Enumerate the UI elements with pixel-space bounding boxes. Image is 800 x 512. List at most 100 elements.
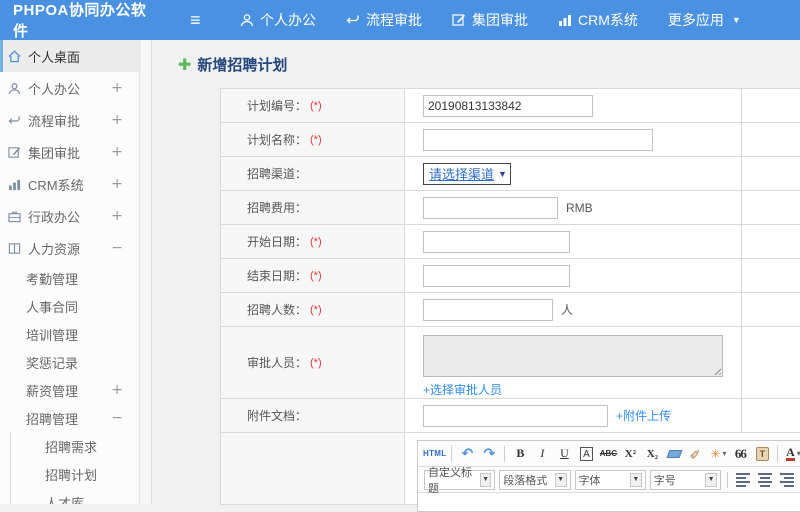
page-title: ✚ 新增招聘计划 xyxy=(178,56,288,75)
bold-button[interactable]: B xyxy=(510,444,530,464)
collapse-minus-icon[interactable]: − xyxy=(111,240,123,256)
paste-icon[interactable]: T xyxy=(752,444,772,464)
format-brush-icon[interactable]: ✎ xyxy=(686,444,706,464)
form-row-plan-no: 计划编号： (*) xyxy=(221,89,800,123)
recruit-plan-form: 计划编号： (*) 计划名称： (*) 招聘渠道： xyxy=(220,88,800,512)
topbar: PHPOA协同办公软件 ≡ 个人办公 流程审批 集团审批 CRM系统 更多应用 … xyxy=(0,0,800,40)
channel-select[interactable]: 请选择渠道 ▼ xyxy=(423,162,511,185)
channel-label: 招聘渠道： xyxy=(247,167,308,181)
start-date-input[interactable] xyxy=(423,230,570,253)
undo-icon[interactable]: ↶ xyxy=(457,444,477,464)
strikethrough-button[interactable]: ABC xyxy=(598,444,618,464)
end-date-input[interactable] xyxy=(423,264,570,287)
approver-textarea[interactable] xyxy=(423,335,723,377)
paragraph-format-dropdown[interactable]: 段落格式 ▼ xyxy=(499,469,571,490)
dropdown-arrow-icon: ▼ xyxy=(705,472,718,487)
book-icon xyxy=(8,242,28,255)
sidebar-item-attendance-mgmt[interactable]: 考勤管理 xyxy=(0,264,139,292)
select-approver-link[interactable]: +选择审批人员 xyxy=(423,381,502,398)
sidebar-item-recruit-mgmt[interactable]: 招聘管理 − xyxy=(0,404,139,432)
sidebar-item-workflow-approval[interactable]: 流程审批 + xyxy=(0,104,139,136)
highlight-palette-icon[interactable]: ✳ ▾ xyxy=(708,444,728,464)
edit-square-icon xyxy=(452,13,466,27)
top-nav: 个人办公 流程审批 集团审批 CRM系统 更多应用 ▼ xyxy=(240,10,741,30)
sidebar-item-hr-contracts[interactable]: 人事合同 xyxy=(0,292,139,320)
required-mark: (*) xyxy=(310,356,322,369)
plan-name-input[interactable] xyxy=(423,128,653,151)
required-mark: (*) xyxy=(310,133,322,146)
attachment-input[interactable] xyxy=(423,404,608,427)
html-source-button[interactable]: HTML xyxy=(423,444,446,464)
nav-workflow-approval[interactable]: 流程审批 xyxy=(346,10,422,30)
sidebar-item-personal-desktop[interactable]: 个人桌面 xyxy=(0,40,139,72)
font-family-dropdown[interactable]: 字体 ▼ xyxy=(574,469,646,490)
font-size-dropdown[interactable]: 字号 ▼ xyxy=(649,469,722,490)
blockquote-button[interactable]: 66 xyxy=(730,444,750,464)
sidebar-item-admin-office[interactable]: 行政办公 + xyxy=(0,200,139,232)
headcount-input[interactable] xyxy=(423,298,553,321)
hamburger-menu-icon[interactable]: ≡ xyxy=(190,10,212,31)
reply-arrow-icon xyxy=(8,114,28,127)
collapse-minus-icon[interactable]: − xyxy=(111,410,123,426)
expand-plus-icon[interactable]: + xyxy=(111,176,123,192)
expand-plus-icon[interactable]: + xyxy=(111,112,123,128)
sidebar-item-recruit-demand[interactable]: 招聘需求 xyxy=(10,432,139,460)
briefcase-icon xyxy=(8,210,28,223)
sidebar-item-recruit-plan[interactable]: 招聘计划 xyxy=(10,460,139,488)
form-row-editor: HTML ↶ ↷ B I U A ABC X² X₂ ✎ ✳ ▾ 66 T A … xyxy=(221,433,800,512)
plan-no-label: 计划编号： xyxy=(247,99,308,113)
person-icon xyxy=(8,82,28,95)
form-row-channel: 招聘渠道： 请选择渠道 ▼ xyxy=(221,157,800,191)
sidebar-item-reward-records[interactable]: 奖惩记录 xyxy=(0,348,139,376)
underline-button[interactable]: U xyxy=(554,444,574,464)
editor-toolbar-row2: 自定义标题 ▼ 段落格式 ▼ 字体 ▼ 字号 ▼ xyxy=(418,467,800,495)
align-left-icon[interactable] xyxy=(733,470,753,490)
sidebar-item-group-approval[interactable]: 集团审批 + xyxy=(0,136,139,168)
font-color-button[interactable]: A ▾ xyxy=(783,444,800,464)
redo-icon[interactable]: ↷ xyxy=(479,444,499,464)
nav-more-apps[interactable]: 更多应用 ▼ xyxy=(668,10,741,30)
plan-name-label: 计划名称： xyxy=(247,133,308,147)
nav-crm-system[interactable]: CRM系统 xyxy=(558,10,638,30)
expand-plus-icon[interactable]: + xyxy=(111,208,123,224)
align-center-icon[interactable] xyxy=(755,470,775,490)
align-right-icon[interactable] xyxy=(777,470,797,490)
cost-input[interactable] xyxy=(423,196,558,219)
form-row-plan-name: 计划名称： (*) xyxy=(221,123,800,157)
required-mark: (*) xyxy=(310,235,322,248)
start-date-label: 开始日期： xyxy=(247,235,308,249)
form-row-end-date: 结束日期： (*) xyxy=(221,259,800,293)
expand-plus-icon[interactable]: + xyxy=(111,144,123,160)
sidebar-item-talent-pool[interactable]: 人才库 xyxy=(10,488,139,504)
eraser-icon[interactable] xyxy=(664,444,684,464)
subscript-button[interactable]: X₂ xyxy=(642,444,662,464)
bar-chart-icon xyxy=(558,13,572,27)
editor-content-area[interactable] xyxy=(418,493,800,511)
resize-handle[interactable] xyxy=(712,366,721,375)
custom-heading-dropdown[interactable]: 自定义标题 ▼ xyxy=(424,467,496,495)
expand-plus-icon[interactable]: + xyxy=(111,80,123,96)
rich-text-editor: HTML ↶ ↷ B I U A ABC X² X₂ ✎ ✳ ▾ 66 T A … xyxy=(417,440,800,512)
expand-plus-icon[interactable]: + xyxy=(111,382,123,398)
nav-personal-office[interactable]: 个人办公 xyxy=(240,10,316,30)
dropdown-arrow-icon: ▼ xyxy=(554,472,567,487)
headcount-label: 招聘人数： xyxy=(247,303,308,317)
reply-arrow-icon xyxy=(346,13,360,27)
sidebar-item-training-mgmt[interactable]: 培训管理 xyxy=(0,320,139,348)
nav-group-approval[interactable]: 集团审批 xyxy=(452,10,528,30)
sidebar-item-salary-mgmt[interactable]: 薪资管理 + xyxy=(0,376,139,404)
attachment-label: 附件文档： xyxy=(247,409,308,423)
plan-no-input[interactable] xyxy=(423,94,593,117)
sidebar-scrollbar[interactable] xyxy=(141,40,152,504)
attachment-upload-link[interactable]: +附件上传 xyxy=(616,407,671,424)
person-icon xyxy=(240,13,254,27)
superscript-button[interactable]: X² xyxy=(620,444,640,464)
italic-button[interactable]: I xyxy=(532,444,552,464)
sidebar-item-personal-office[interactable]: 个人办公 + xyxy=(0,72,139,104)
form-row-approver: 审批人员： (*) +选择审批人员 xyxy=(221,327,800,399)
sidebar-item-human-resources[interactable]: 人力资源 − xyxy=(0,232,139,264)
approver-label: 审批人员： xyxy=(247,356,308,370)
main-content: ✚ 新增招聘计划 计划编号： (*) 计划名称： (*) xyxy=(152,40,800,512)
autotypeset-button[interactable]: A xyxy=(576,444,596,464)
sidebar-item-crm-system[interactable]: CRM系统 + xyxy=(0,168,139,200)
